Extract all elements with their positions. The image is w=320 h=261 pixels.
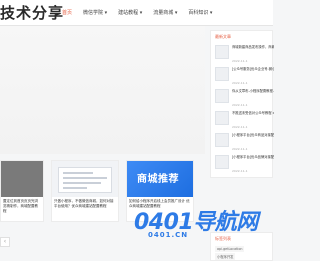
nav-item-home[interactable]: 首页 xyxy=(62,7,72,19)
recent-posts-widget: 最新文章 商城新建商品发布操作，商城推荐教程 2022-11-1 [公众号服务]… xyxy=(210,30,274,178)
recent-post[interactable]: 商城新建商品发布操作，商城推荐教程 2022-11-1 xyxy=(215,45,274,66)
prev-page-button[interactable]: ‹ xyxy=(0,237,10,247)
recent-post-date: 2022-11-1 xyxy=(232,169,248,173)
promo-banner-text: 商城推荐 xyxy=(137,174,179,185)
post-thumbnail-icon[interactable] xyxy=(215,89,229,103)
post-title[interactable]: 只做小程序，不做微信商城，如何对接平台使用？优众商城建站配置教程 xyxy=(54,199,116,209)
recent-post-title[interactable]: [小程序平台]优众品牌对接配置(教程) xyxy=(232,155,274,159)
recent-post-date: 2022-11-1 xyxy=(232,81,248,85)
post-thumbnail-icon[interactable] xyxy=(215,133,229,147)
recent-post-date: 2022-11-1 xyxy=(232,125,248,129)
site-logo[interactable]: 技术分享 xyxy=(0,2,64,23)
recent-post[interactable]: 你从文章布-小程序配置教程-和小程序 2022-11-1 xyxy=(215,89,274,110)
post-thumbnail-icon[interactable] xyxy=(215,111,229,125)
recent-post-title[interactable]: 你从文章布-小程序配置教程-和小程序 xyxy=(232,89,274,93)
recent-post[interactable]: [小程序平台]优众品牌对接配置(教程) 2022-11-1 xyxy=(215,155,274,176)
widget-title: 最新文章 xyxy=(215,34,231,39)
post-thumbnail-icon[interactable] xyxy=(215,45,229,59)
site-header: 技术分享 首页 微信学院 ▾ 建站教程 ▾ 流量商城 ▾ 百科知识 ▾ xyxy=(0,0,273,26)
nav-item-wechat[interactable]: 微信学院 ▾ xyxy=(83,7,107,19)
watermark-url: 0401.CN xyxy=(148,231,189,239)
tag-link[interactable]: 小程序开发 xyxy=(215,253,236,260)
tag-link[interactable]: api.getLocation xyxy=(215,246,245,252)
post-thumbnail[interactable] xyxy=(1,161,43,197)
post-card[interactable]: 只做小程序，不做微信商城，如何对接平台使用？优众商城建站配置教程 xyxy=(51,160,119,222)
post-title[interactable]: 置定位到首页页页完浏览精制作，商城配置教程 xyxy=(3,199,41,214)
post-thumbnail-icon[interactable] xyxy=(215,155,229,169)
nav-item-build[interactable]: 建站教程 ▾ xyxy=(118,7,142,19)
recent-post[interactable]: [公众号服务]优众企业号-微小程序推广 2022-11-1 xyxy=(215,67,274,88)
recent-post-title[interactable]: 不推送未受信对公众号教程 choosecit xyxy=(232,111,274,115)
hero-area xyxy=(0,26,205,154)
recent-post-title[interactable]: [小程序平台]优众商品对接配置(知识) xyxy=(232,133,274,137)
post-thumbnail[interactable]: 商城推荐 xyxy=(127,161,193,197)
recent-post-title[interactable]: 商城新建商品发布操作，商城推荐教程 xyxy=(232,45,274,49)
recent-post[interactable]: 不推送未受信对公众号教程 choosecit 2022-11-1 xyxy=(215,111,274,132)
nav-item-traffic[interactable]: 流量商城 ▾ xyxy=(153,7,177,19)
recent-post[interactable]: [小程序平台]优众商品对接配置(知识) 2022-11-1 xyxy=(215,133,274,154)
nav-item-wiki[interactable]: 百科知识 ▾ xyxy=(188,7,212,19)
post-thumbnail[interactable] xyxy=(52,161,118,197)
recent-post-title[interactable]: [公众号服务]优众企业号-微小程序推广 xyxy=(232,67,274,71)
recent-post-date: 2022-11-1 xyxy=(232,59,248,63)
main-nav: 首页 微信学院 ▾ 建站教程 ▾ 流量商城 ▾ 百科知识 ▾ xyxy=(62,7,223,19)
post-thumbnail-icon[interactable] xyxy=(215,67,229,81)
recent-post-date: 2022-11-1 xyxy=(232,147,248,151)
recent-post-date: 2022-11-1 xyxy=(232,103,248,107)
screenshot-preview xyxy=(58,167,112,193)
watermark: 0401导航网 0401.CN xyxy=(134,204,273,244)
post-card[interactable]: 置定位到首页页页完浏览精制作，商城配置教程 xyxy=(0,160,44,222)
